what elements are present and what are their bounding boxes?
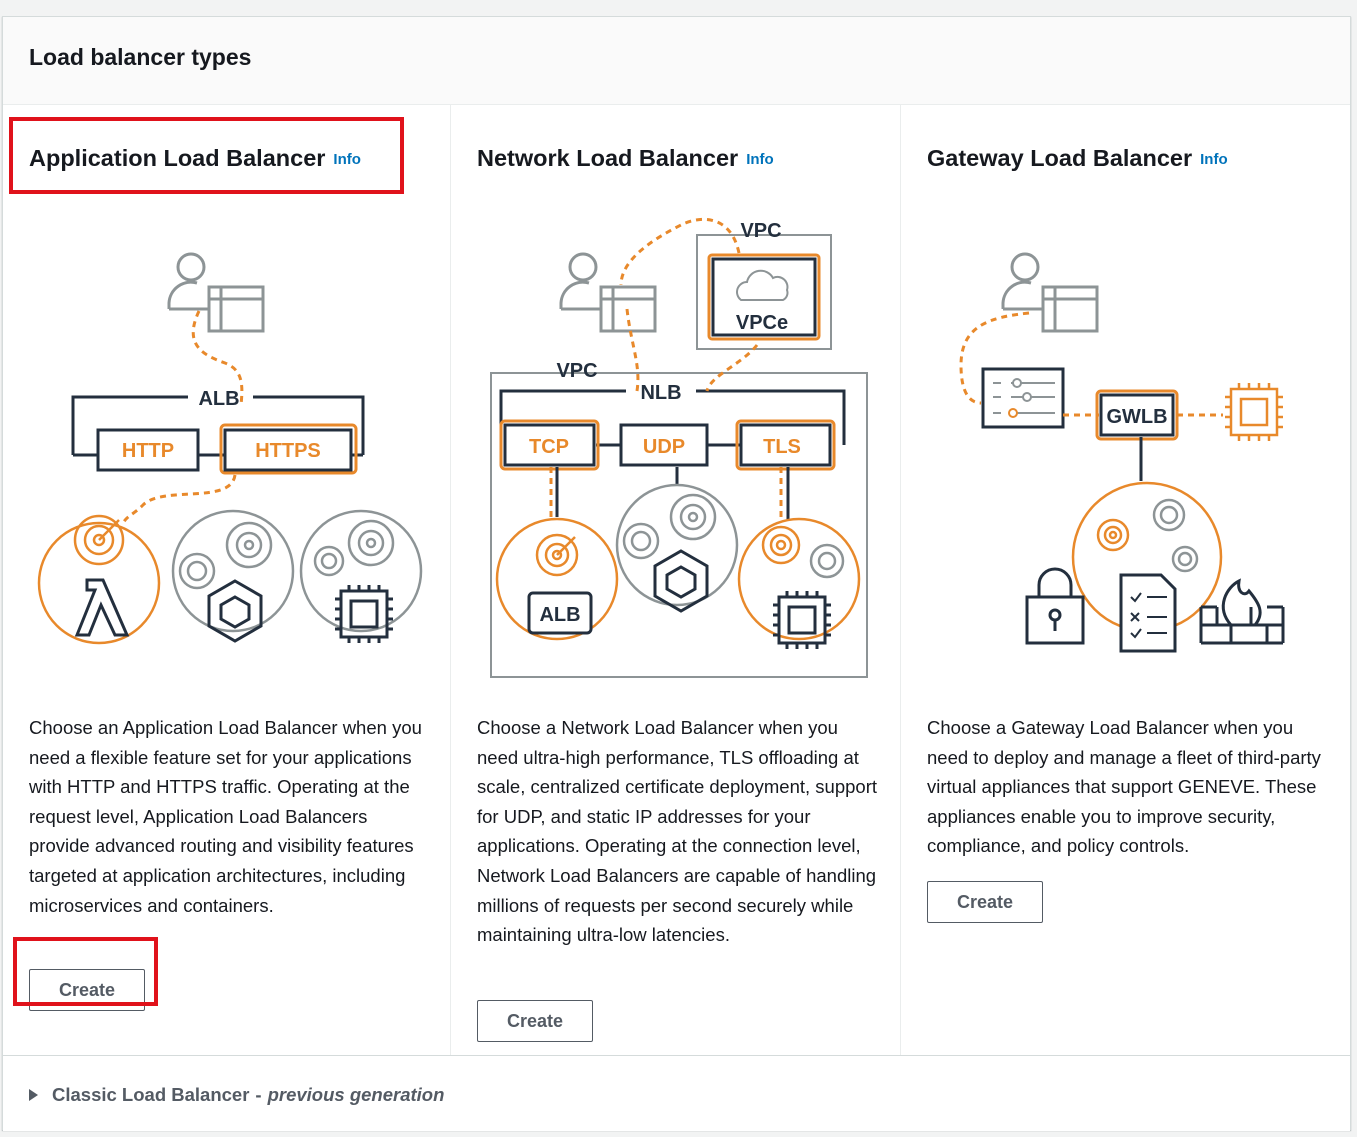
http-listener-label: HTTP <box>122 440 174 462</box>
alb-group-label: ALB <box>198 388 239 410</box>
https-listener-label: HTTPS <box>255 440 321 462</box>
chip-icon <box>773 591 831 649</box>
classic-load-balancer-expander[interactable]: Classic Load Balancer - previous generat… <box>29 1084 444 1106</box>
user-icon <box>559 252 657 333</box>
footer-separator: - <box>255 1084 262 1105</box>
target-icon <box>809 543 845 579</box>
nlb-info-link[interactable]: Info <box>746 151 774 168</box>
alb-title-text: Application Load Balancer <box>29 145 326 171</box>
target-icon <box>535 533 579 577</box>
nlb-description: Choose a Network Load Balancer when you … <box>477 717 878 946</box>
gwlb-create-button[interactable]: Create <box>927 881 1043 923</box>
panel-header: Load balancer types <box>3 17 1350 105</box>
nlb-vpc-label: VPC <box>556 360 597 382</box>
gwlb-info-link[interactable]: Info <box>1200 151 1228 168</box>
appliance-icon <box>981 367 1065 429</box>
alb-card: Application Load Balancer Info ALB HTTP <box>3 105 451 1055</box>
nlb-diagram: VPC VPCe VPC NLB TCP UDP TLS ALB <box>490 217 868 678</box>
gwlb-description: Choose a Gateway Load Balancer when you … <box>927 717 1321 857</box>
container-icon <box>653 549 709 613</box>
vpce-label: VPCe <box>736 312 788 334</box>
target-icon <box>178 521 273 590</box>
checklist-icon <box>1119 573 1177 653</box>
alb-create-button[interactable]: Create <box>29 969 145 1011</box>
nlb-title: Network Load Balancer Info <box>477 145 774 172</box>
load-balancer-types-panel: Load balancer types Application Load Bal… <box>2 16 1352 1131</box>
user-icon <box>1001 252 1099 333</box>
panel-title: Load balancer types <box>29 44 252 70</box>
target-icon <box>622 493 717 560</box>
target-icon <box>313 519 395 577</box>
nlb-vpc-top-label: VPC <box>740 220 781 242</box>
alb-diagram: ALB HTTP HTTPS <box>37 252 423 645</box>
classic-load-balancer-subtitle: previous generation <box>267 1084 445 1105</box>
classic-load-balancer-title: Classic Load Balancer <box>52 1084 250 1105</box>
chip-icon <box>1225 383 1283 441</box>
nlb-card: Network Load Balancer Info VPC VPCe VPC <box>451 105 901 1055</box>
alb-title: Application Load Balancer Info <box>29 145 361 172</box>
gwlb-label: GWLB <box>1106 406 1167 428</box>
nlb-create-button[interactable]: Create <box>477 1000 593 1042</box>
classic-load-balancer-section: Classic Load Balancer - previous generat… <box>3 1055 1350 1131</box>
tls-listener-label: TLS <box>763 436 801 458</box>
user-icon <box>167 252 265 333</box>
chip-icon <box>335 585 393 643</box>
gwlb-title: Gateway Load Balancer Info <box>927 145 1228 172</box>
gwlb-card: Gateway Load Balancer Info GWLB Choose a… <box>901 105 1352 1055</box>
udp-listener-label: UDP <box>643 436 685 458</box>
nlb-group-label: NLB <box>640 382 681 404</box>
gwlb-title-text: Gateway Load Balancer <box>927 145 1193 171</box>
target-icon <box>761 525 801 565</box>
target-icon <box>1096 518 1130 552</box>
alb-target-label: ALB <box>539 604 580 626</box>
tcp-listener-label: TCP <box>529 436 569 458</box>
target-icon <box>1152 498 1199 573</box>
alb-description: Choose an Application Load Balancer when… <box>29 717 422 916</box>
alb-info-link[interactable]: Info <box>333 151 361 168</box>
caret-right-icon <box>29 1089 38 1101</box>
lambda-icon <box>74 578 130 637</box>
gwlb-diagram: GWLB <box>959 252 1285 653</box>
lock-icon <box>1025 567 1085 645</box>
nlb-title-text: Network Load Balancer <box>477 145 739 171</box>
